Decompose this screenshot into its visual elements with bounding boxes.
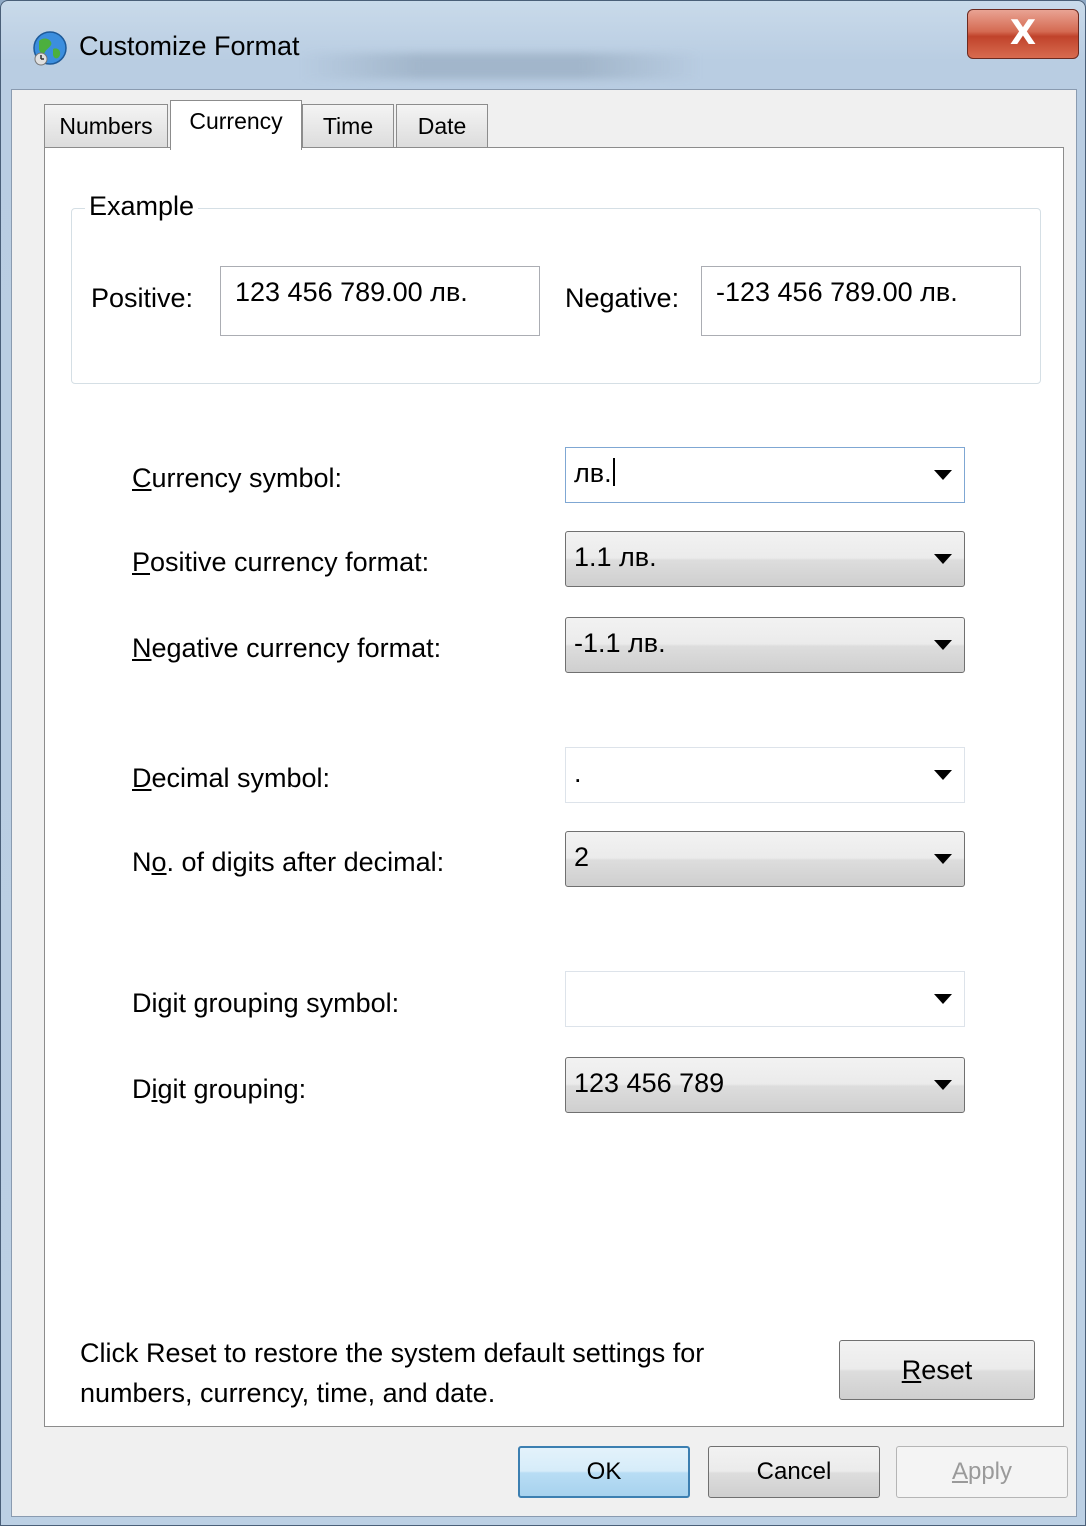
negative-format-dropdown[interactable]: -1.1 лв. — [565, 617, 965, 673]
digits-after-decimal-value: 2 — [574, 842, 590, 872]
negative-example-value: -123 456 789.00 лв. — [701, 266, 1021, 336]
ok-button[interactable]: OK — [518, 1446, 690, 1498]
digits-after-decimal-dropdown[interactable]: 2 — [565, 831, 965, 887]
ok-button-label: OK — [586, 1458, 622, 1485]
positive-example-label: Positive: — [91, 283, 194, 313]
cancel-button[interactable]: Cancel — [708, 1446, 880, 1498]
currency-symbol-combobox[interactable]: лв. — [565, 447, 965, 503]
text-caret — [612, 458, 615, 486]
negative-example-text: -123 456 789.00 лв. — [716, 277, 958, 307]
negative-example-label: Negative: — [565, 283, 680, 313]
positive-example-text: 123 456 789.00 лв. — [235, 277, 468, 307]
tab-currency[interactable]: Currency — [170, 100, 302, 150]
digit-grouping-dropdown[interactable]: 123 456 789 — [565, 1057, 965, 1113]
digit-grouping-label: Digit grouping: — [132, 1074, 307, 1104]
positive-format-label: Positive currency format: — [132, 547, 430, 577]
background-window-ghost — [301, 53, 701, 79]
cancel-button-label: Cancel — [756, 1458, 832, 1485]
window-title: Customize Format — [79, 31, 300, 61]
tab-time-label: Time — [322, 113, 374, 139]
chevron-down-icon[interactable] — [934, 554, 952, 564]
chevron-down-icon[interactable] — [934, 1080, 952, 1090]
chevron-down-icon[interactable] — [934, 770, 952, 780]
chevron-down-icon[interactable] — [934, 854, 952, 864]
close-button[interactable]: X — [967, 9, 1079, 59]
reset-button[interactable]: Reset — [839, 1340, 1035, 1400]
reset-button-accel: R — [901, 1355, 922, 1385]
tab-numbers-label: Numbers — [59, 113, 153, 139]
chevron-down-icon[interactable] — [934, 470, 952, 480]
currency-symbol-value[interactable]: лв. — [574, 458, 612, 488]
tab-time[interactable]: Time — [302, 104, 394, 148]
decimal-symbol-label: Decimal symbol: — [132, 763, 331, 793]
reset-info-line1: Click Reset to restore the system defaul… — [80, 1338, 705, 1368]
dialog-client-area: Numbers Currency Time Date Example Posit… — [11, 89, 1077, 1517]
tab-currency-label: Currency — [189, 108, 283, 134]
digit-grouping-value: 123 456 789 — [574, 1068, 725, 1098]
apply-button-label: pply — [967, 1458, 1013, 1485]
chevron-down-icon[interactable] — [934, 994, 952, 1004]
title-bar[interactable]: Customize Format X — [1, 1, 1085, 89]
tab-date-label: Date — [417, 113, 467, 139]
globe-icon — [33, 31, 67, 66]
positive-example-value: 123 456 789.00 лв. — [220, 266, 540, 336]
decimal-symbol-combobox[interactable]: . — [565, 747, 965, 803]
currency-symbol-label: Currency symbol: — [132, 463, 343, 493]
decimal-symbol-value[interactable]: . — [574, 758, 582, 788]
positive-format-dropdown[interactable]: 1.1 лв. — [565, 531, 965, 587]
apply-button-accel: A — [951, 1458, 968, 1485]
negative-format-label: Negative currency format: — [132, 633, 442, 663]
close-icon: X — [1009, 13, 1037, 53]
customize-format-dialog: Customize Format X Numbers Currency Time… — [0, 0, 1086, 1526]
chevron-down-icon[interactable] — [934, 640, 952, 650]
digit-grouping-symbol-label: Digit grouping symbol: — [132, 988, 400, 1018]
reset-button-label: eset — [921, 1355, 973, 1385]
example-groupbox-title: Example — [85, 191, 199, 222]
positive-format-value: 1.1 лв. — [574, 542, 657, 572]
tab-date[interactable]: Date — [396, 104, 488, 148]
tab-numbers[interactable]: Numbers — [44, 104, 168, 148]
negative-format-value: -1.1 лв. — [574, 628, 666, 658]
apply-button[interactable]: Apply — [896, 1446, 1068, 1498]
digit-grouping-symbol-combobox[interactable] — [565, 971, 965, 1027]
currency-tab-panel: Example Positive: 123 456 789.00 лв. Neg… — [44, 147, 1064, 1427]
reset-info-line2: numbers, currency, time, and date. — [80, 1378, 496, 1408]
digits-after-decimal-label: No. of digits after decimal: — [132, 847, 445, 877]
